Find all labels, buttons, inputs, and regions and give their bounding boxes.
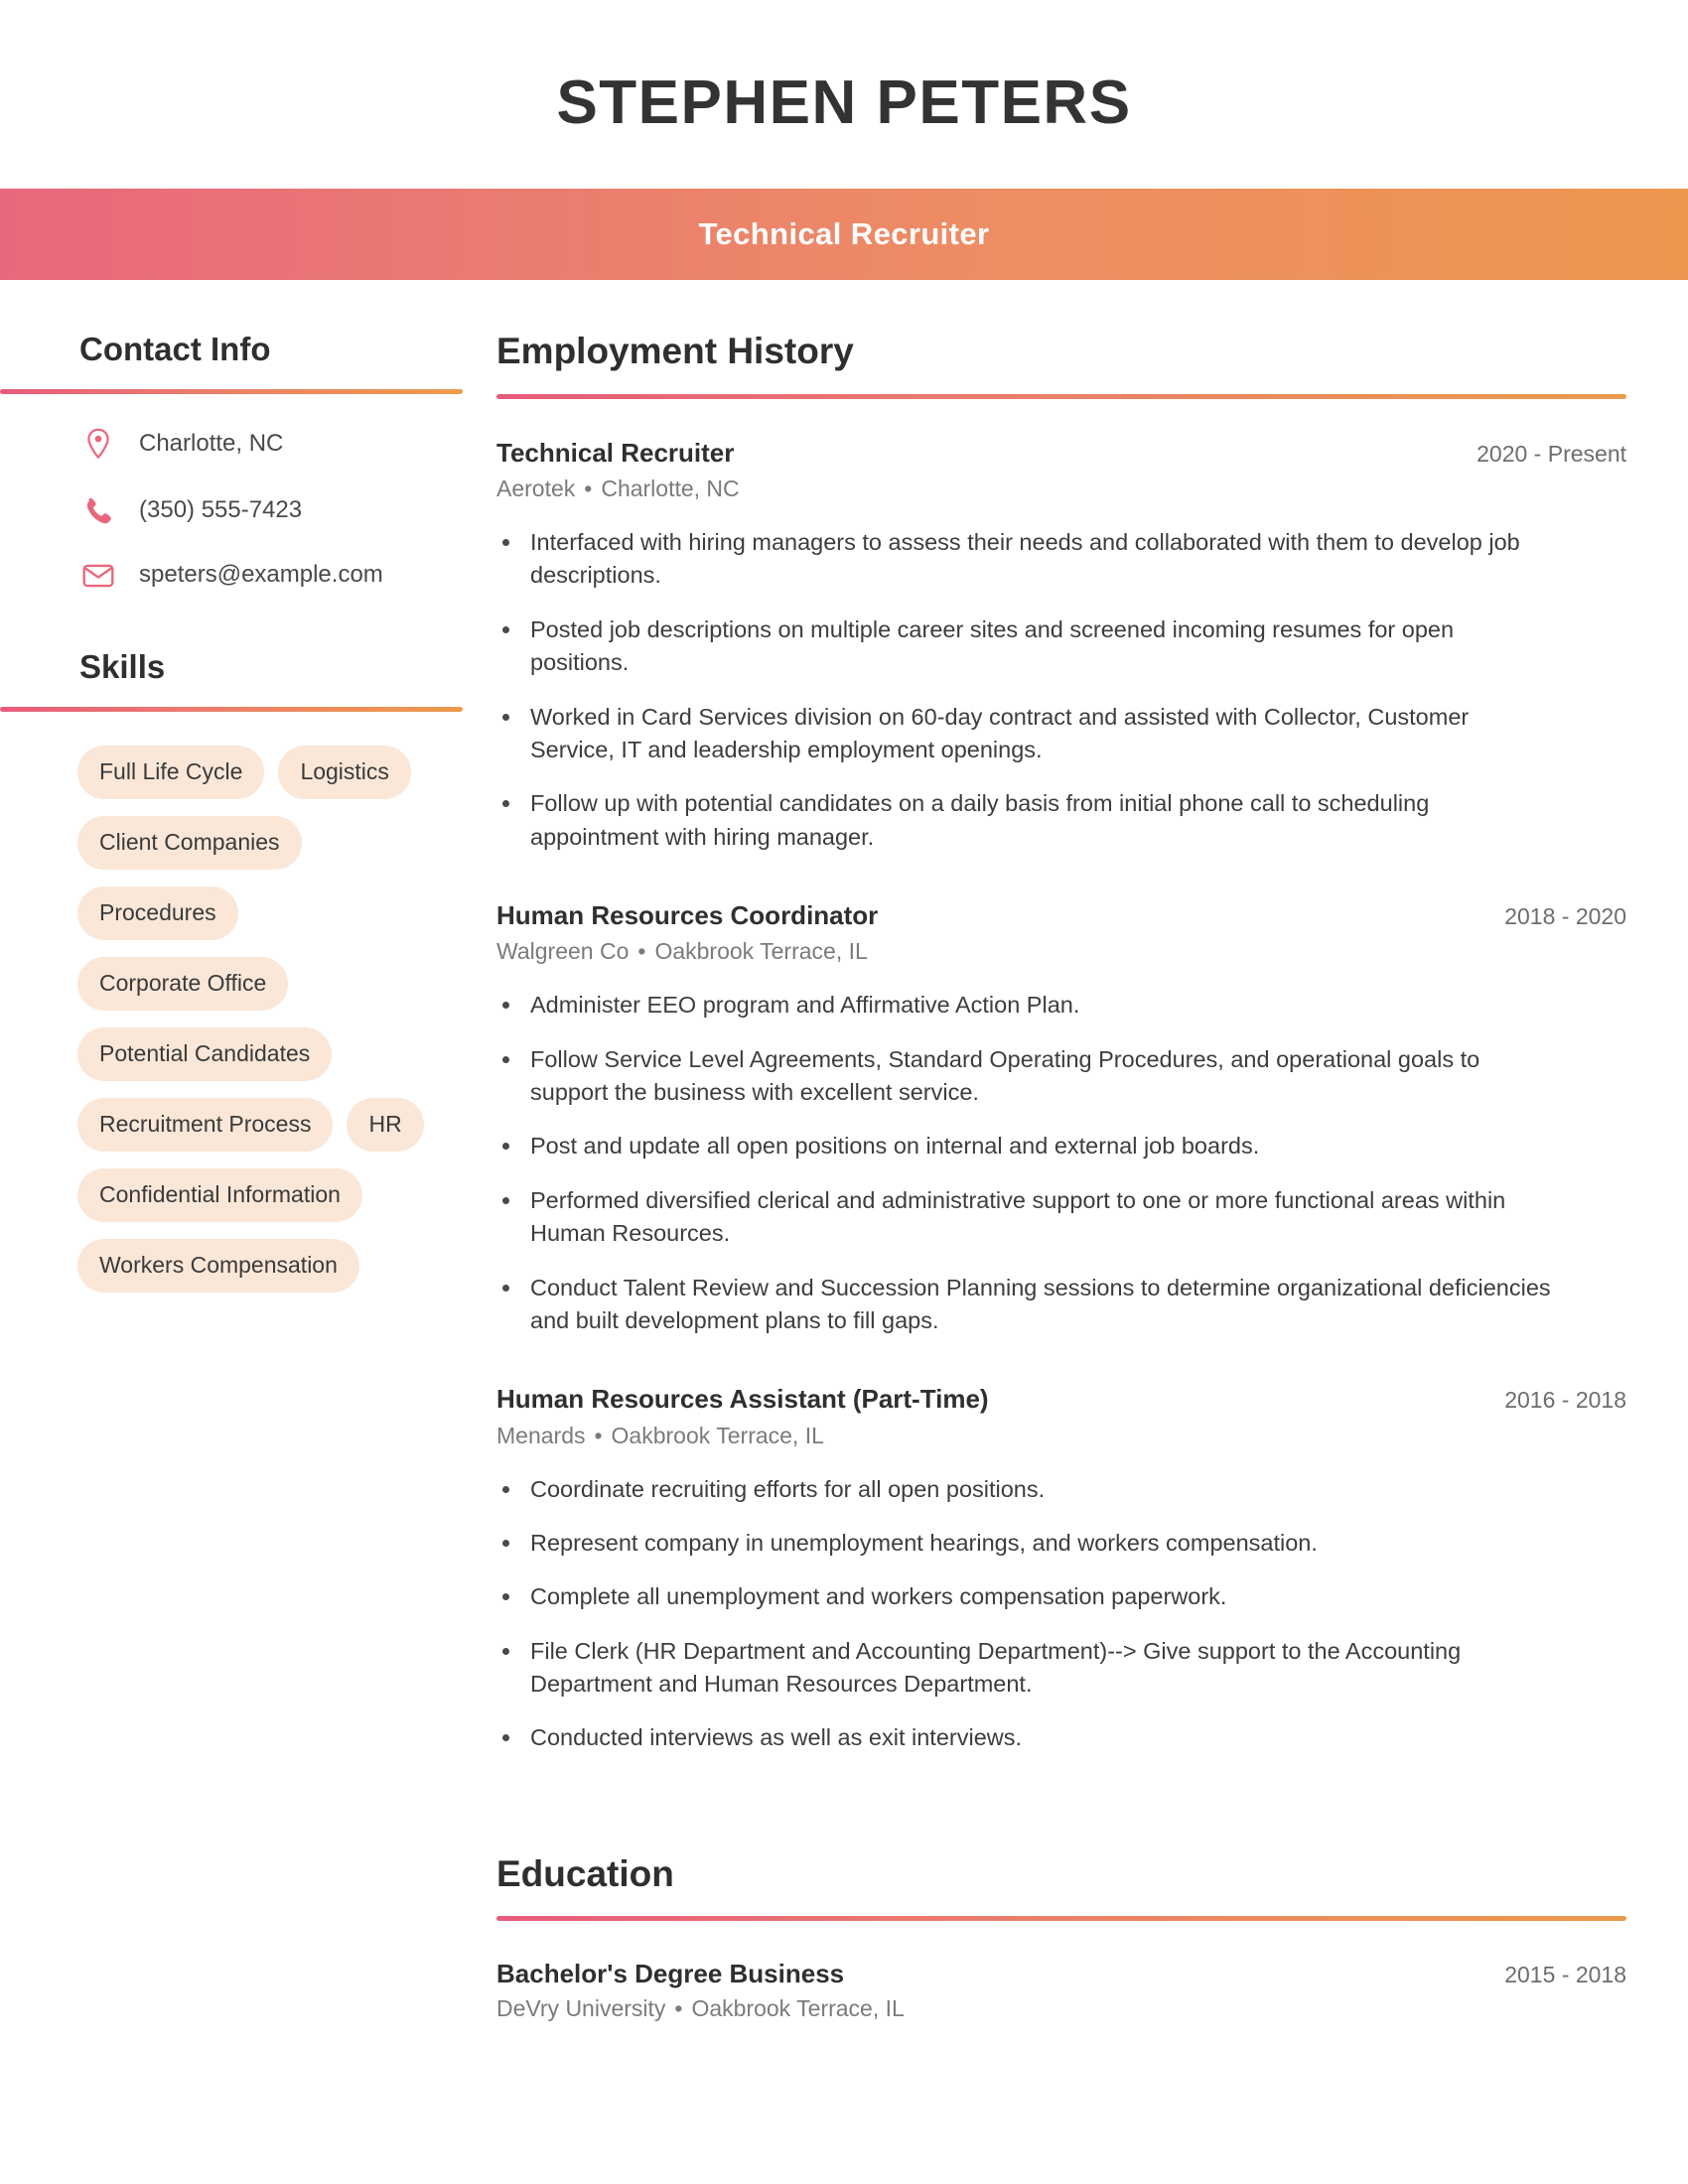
skills-section: Skills Full Life Cycle Logistics Client … — [0, 648, 496, 1294]
candidate-name: STEPHEN PETERS — [556, 68, 1132, 137]
job-bullet: Worked in Card Services division on 60-d… — [496, 701, 1553, 767]
skills-heading: Skills — [79, 648, 166, 686]
job-meta: Menards • Oakbrook Terrace, IL — [496, 1422, 1626, 1451]
job-bullet: Represent company in unemployment hearin… — [496, 1527, 1553, 1560]
contact-email-text: speters@example.com — [139, 561, 383, 589]
resume-header: STEPHEN PETERS — [0, 0, 1688, 189]
job-company: Walgreen Co — [496, 938, 630, 965]
skill-tag: Full Life Cycle — [77, 746, 265, 800]
skills-tag-list: Full Life Cycle Logistics Client Compani… — [0, 746, 496, 1294]
skills-divider — [0, 707, 463, 713]
skill-tag: Recruitment Process — [77, 1098, 334, 1153]
job-dates: 2020 - Present — [1477, 440, 1626, 467]
job-bullet: Complete all unemployment and workers co… — [496, 1580, 1553, 1613]
job-meta: Walgreen Co • Oakbrook Terrace, IL — [496, 937, 1626, 967]
skill-tag: Confidential Information — [77, 1168, 362, 1223]
meta-separator-dot: • — [594, 1422, 603, 1448]
job-dates: 2018 - 2020 — [1504, 902, 1626, 929]
location-pin-icon — [79, 428, 117, 460]
job-bullet-list: Administer EEO program and Affirmative A… — [496, 989, 1626, 1337]
job-entry: Technical Recruiter 2020 - Present Aerot… — [496, 437, 1626, 854]
job-topline: Human Resources Coordinator 2018 - 2020 — [496, 899, 1626, 932]
job-bullet: Coordinate recruiting efforts for all op… — [496, 1473, 1553, 1506]
sidebar: Contact Info Charlotte, NC (350) 555-742… — [0, 331, 496, 1352]
contact-item-email: speters@example.com — [79, 561, 496, 590]
job-bullet: Post and update all open positions on in… — [496, 1130, 1553, 1162]
education-entry: Bachelor's Degree Business 2015 - 2018 D… — [496, 1959, 1626, 2022]
job-topline: Human Resources Assistant (Part-Time) 20… — [496, 1383, 1626, 1416]
envelope-icon — [79, 563, 117, 589]
meta-separator-dot: • — [584, 476, 593, 502]
skill-tag: Procedures — [77, 887, 238, 941]
job-entry: Human Resources Coordinator 2018 - 2020 … — [496, 899, 1626, 1337]
resume-page: STEPHEN PETERS Technical Recruiter Conta… — [0, 0, 1688, 2184]
job-location: Oakbrook Terrace, IL — [654, 938, 868, 965]
job-bullet: Interfaced with hiring managers to asses… — [496, 526, 1553, 593]
meta-separator-dot: • — [674, 1995, 683, 2022]
education-location: Oakbrook Terrace, IL — [691, 1995, 905, 2022]
skill-tag: Logistics — [278, 746, 411, 800]
job-meta: Aerotek • Charlotte, NC — [496, 475, 1626, 504]
job-title-banner: Technical Recruiter — [0, 189, 1688, 280]
main-column: Employment History Technical Recruiter 2… — [496, 331, 1688, 2023]
contact-info-section: Contact Info Charlotte, NC (350) 555-742… — [0, 331, 496, 590]
contact-list: Charlotte, NC (350) 555-7423 speters@exa… — [0, 428, 496, 590]
job-topline: Technical Recruiter 2020 - Present — [496, 437, 1626, 470]
education-dates: 2015 - 2018 — [1504, 1962, 1626, 1988]
job-location: Oakbrook Terrace, IL — [611, 1422, 824, 1448]
job-location: Charlotte, NC — [601, 476, 740, 502]
education-school: DeVry University — [496, 1995, 666, 2022]
job-entry: Human Resources Assistant (Part-Time) 20… — [496, 1383, 1626, 1755]
job-title-banner-text: Technical Recruiter — [698, 216, 990, 251]
education-degree: Bachelor's Degree Business — [496, 1959, 845, 1989]
job-bullet: Conducted interviews as well as exit int… — [496, 1721, 1553, 1754]
employment-history-heading: Employment History — [496, 331, 854, 371]
resume-body: Contact Info Charlotte, NC (350) 555-742… — [0, 280, 1688, 2022]
job-title: Human Resources Assistant (Part-Time) — [496, 1384, 989, 1415]
education-section: Education Bachelor's Degree Business 201… — [496, 1852, 1626, 2023]
job-dates: 2016 - 2018 — [1504, 1387, 1626, 1414]
education-divider — [496, 1916, 1626, 1922]
skill-tag: Client Companies — [77, 816, 302, 871]
job-title: Technical Recruiter — [496, 437, 735, 468]
job-bullet: Performed diversified clerical and admin… — [496, 1184, 1553, 1251]
job-company: Menards — [496, 1422, 586, 1448]
employment-history-divider — [496, 393, 1626, 399]
job-bullet: Follow Service Level Agreements, Standar… — [496, 1043, 1553, 1110]
contact-item-location: Charlotte, NC — [79, 428, 496, 460]
skill-tag: HR — [347, 1098, 424, 1153]
job-bullet: Follow up with potential candidates on a… — [496, 787, 1553, 854]
skill-tag: Workers Compensation — [77, 1239, 359, 1294]
skill-tag: Potential Candidates — [77, 1027, 333, 1082]
job-bullet-list: Interfaced with hiring managers to asses… — [496, 526, 1626, 854]
job-bullet: File Clerk (HR Department and Accounting… — [496, 1635, 1553, 1702]
job-bullet-list: Coordinate recruiting efforts for all op… — [496, 1473, 1626, 1755]
meta-separator-dot: • — [637, 938, 646, 965]
education-topline: Bachelor's Degree Business 2015 - 2018 — [496, 1959, 1626, 1989]
skill-tag: Corporate Office — [77, 957, 289, 1012]
education-meta: DeVry University • Oakbrook Terrace, IL — [496, 1995, 1626, 2022]
job-bullet: Posted job descriptions on multiple care… — [496, 614, 1553, 680]
contact-location-text: Charlotte, NC — [139, 429, 284, 457]
job-title: Human Resources Coordinator — [496, 899, 879, 930]
contact-item-phone: (350) 555-7423 — [79, 495, 496, 525]
contact-info-divider — [0, 389, 463, 395]
contact-phone-text: (350) 555-7423 — [139, 495, 303, 523]
job-bullet: Conduct Talent Review and Succession Pla… — [496, 1272, 1553, 1338]
employment-history-section: Employment History Technical Recruiter 2… — [496, 331, 1626, 1755]
job-company: Aerotek — [496, 476, 576, 502]
education-heading: Education — [496, 1852, 674, 1894]
phone-icon — [79, 495, 117, 525]
contact-info-heading: Contact Info — [79, 331, 271, 367]
job-bullet: Administer EEO program and Affirmative A… — [496, 989, 1553, 1022]
